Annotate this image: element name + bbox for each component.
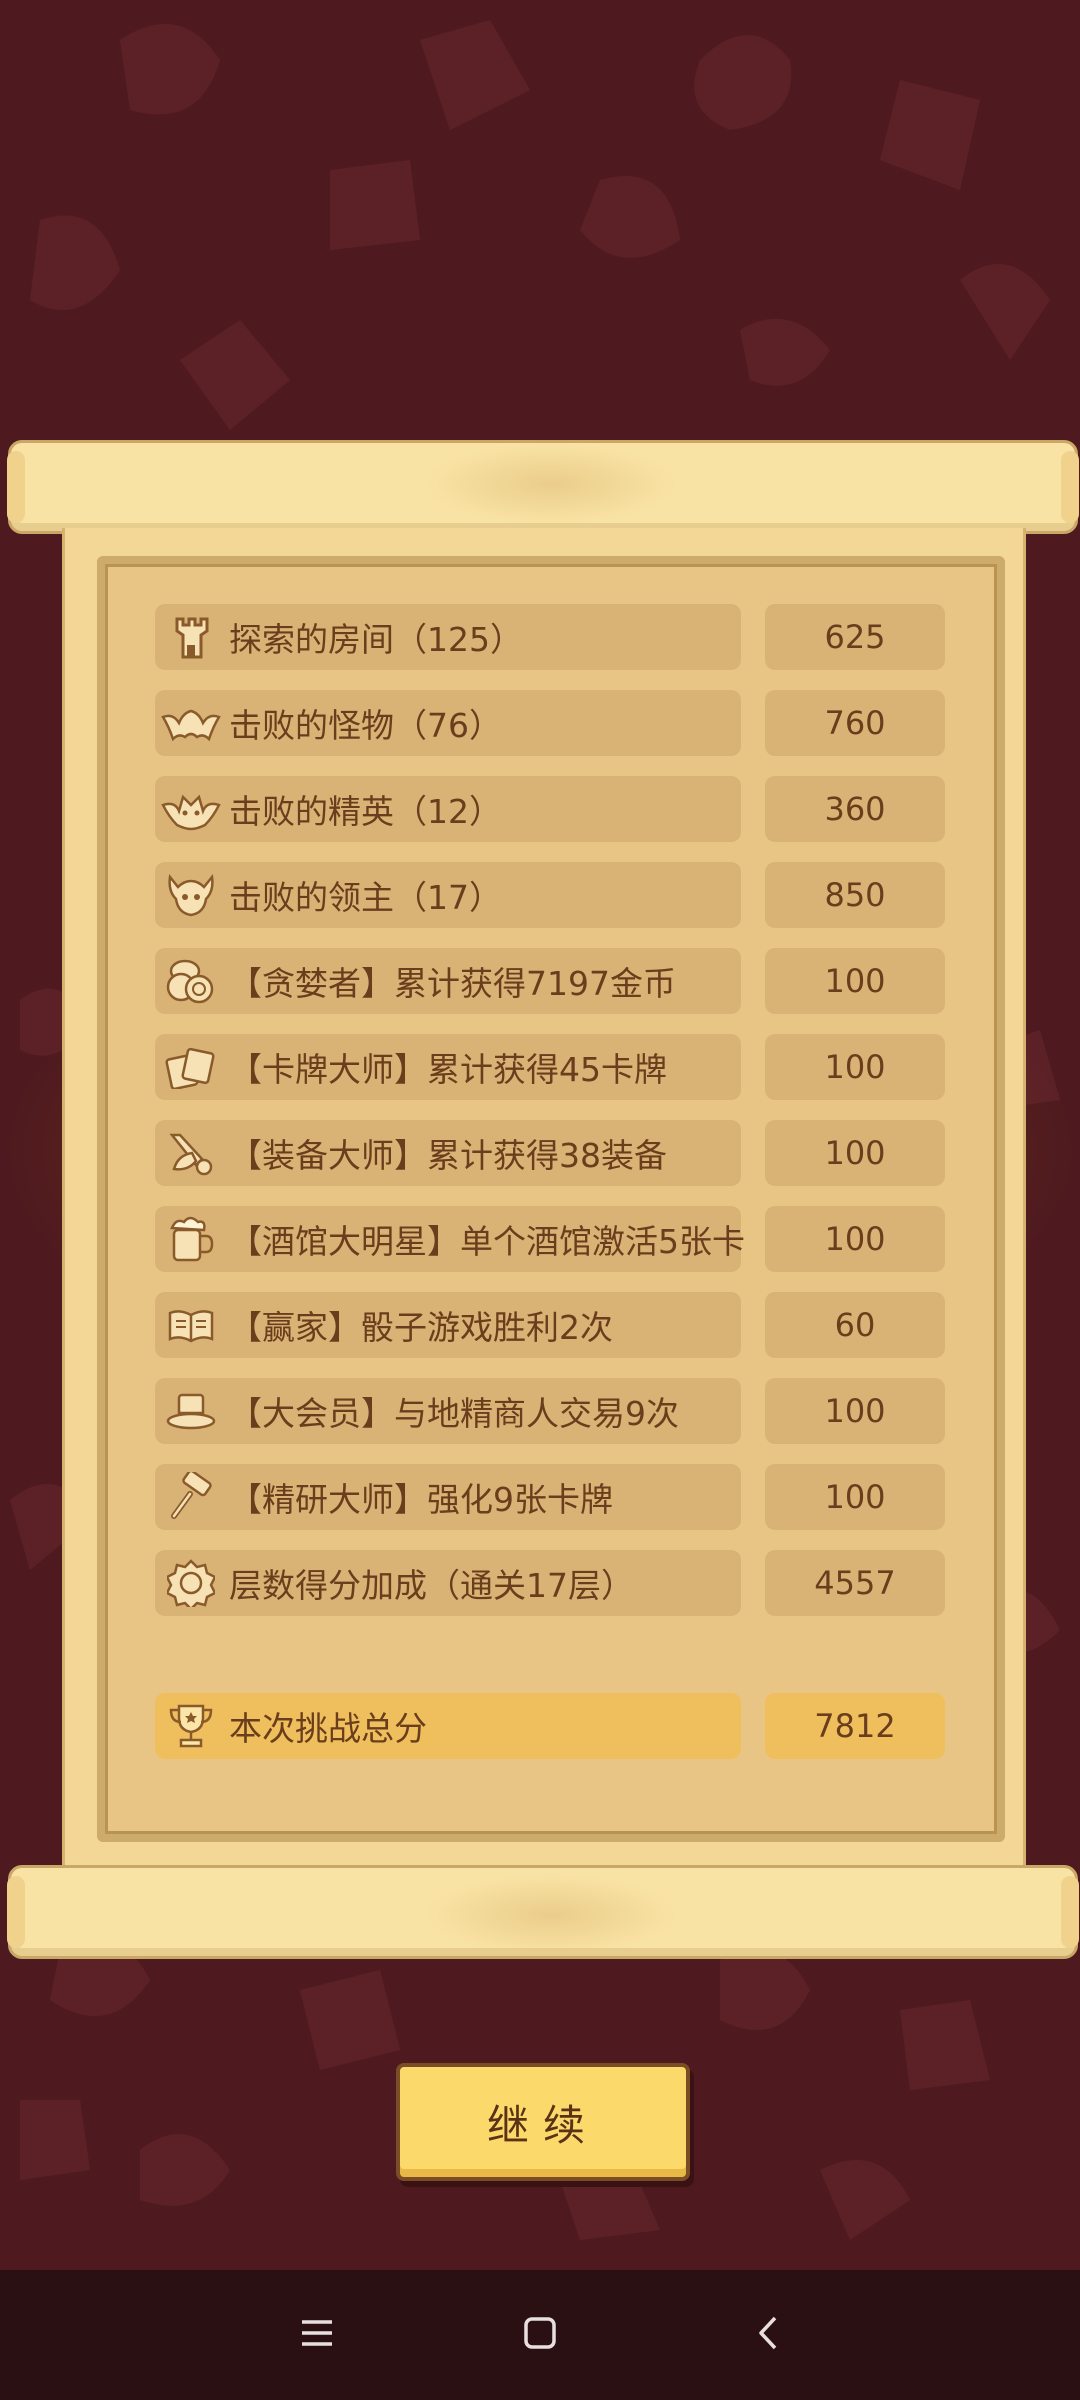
row-value: 100 [765, 1120, 945, 1186]
row-label: 【贪婪者】累计获得7197金币 [229, 964, 676, 1003]
tower-icon [161, 607, 221, 667]
cards-icon [161, 1037, 221, 1097]
row-value: 4557 [765, 1550, 945, 1616]
row-label: 【装备大师】累计获得38装备 [229, 1136, 667, 1175]
back-button[interactable] [733, 2300, 803, 2370]
row-label: 【酒馆大明星】单个酒馆激活5张卡 [229, 1222, 745, 1261]
equipment-icon [161, 1123, 221, 1183]
row-value: 850 [765, 862, 945, 928]
row-label: 击败的怪物（76） [229, 706, 502, 745]
score-scroll-paper: 探索的房间（125） 625 击败的怪物（76） 760 击败的精英（12） 3… [62, 528, 1026, 1866]
row-label: 击败的领主（17） [229, 878, 502, 917]
row-label: 探索的房间（125） [229, 620, 523, 659]
recent-apps-button[interactable] [282, 2300, 352, 2370]
row-label: 击败的精英（12） [229, 792, 502, 831]
scroll-bottom-roll [7, 1865, 1079, 1959]
square-icon [523, 2316, 557, 2354]
score-panel: 探索的房间（125） 625 击败的怪物（76） 760 击败的精英（12） 3… [97, 556, 1005, 1842]
row-value: 100 [765, 1378, 945, 1444]
hammer-icon [161, 1467, 221, 1527]
row-value: 360 [765, 776, 945, 842]
row-value: 60 [765, 1292, 945, 1358]
system-navigation-bar [0, 2270, 1080, 2400]
boss-skull-icon [161, 865, 221, 925]
menu-icon [300, 2318, 334, 2352]
row-value: 625 [765, 604, 945, 670]
home-button[interactable] [505, 2300, 575, 2370]
total-label: 本次挑战总分 [229, 1709, 427, 1748]
row-label: 【精研大师】强化9张卡牌 [229, 1480, 613, 1519]
row-value: 100 [765, 948, 945, 1014]
chevron-left-icon [755, 2315, 781, 2355]
row-value: 100 [765, 1206, 945, 1272]
book-icon [161, 1295, 221, 1355]
trophy-icon [161, 1696, 221, 1756]
row-value: 100 [765, 1464, 945, 1530]
scroll-top-roll [7, 440, 1079, 534]
total-value: 7812 [765, 1693, 945, 1759]
beer-mug-icon [161, 1209, 221, 1269]
elite-demon-icon [161, 779, 221, 839]
coins-icon [161, 951, 221, 1011]
floor-badge-icon [161, 1553, 221, 1613]
top-hat-icon [161, 1381, 221, 1441]
row-label: 【赢家】骰子游戏胜利2次 [229, 1308, 613, 1347]
row-label: 层数得分加成（通关17层） [229, 1566, 634, 1605]
bat-icon [161, 693, 221, 753]
row-value: 760 [765, 690, 945, 756]
continue-button[interactable]: 继续 [396, 2063, 690, 2181]
row-label: 【卡牌大师】累计获得45卡牌 [229, 1050, 667, 1089]
row-label: 【大会员】与地精商人交易9次 [229, 1394, 679, 1433]
row-value: 100 [765, 1034, 945, 1100]
